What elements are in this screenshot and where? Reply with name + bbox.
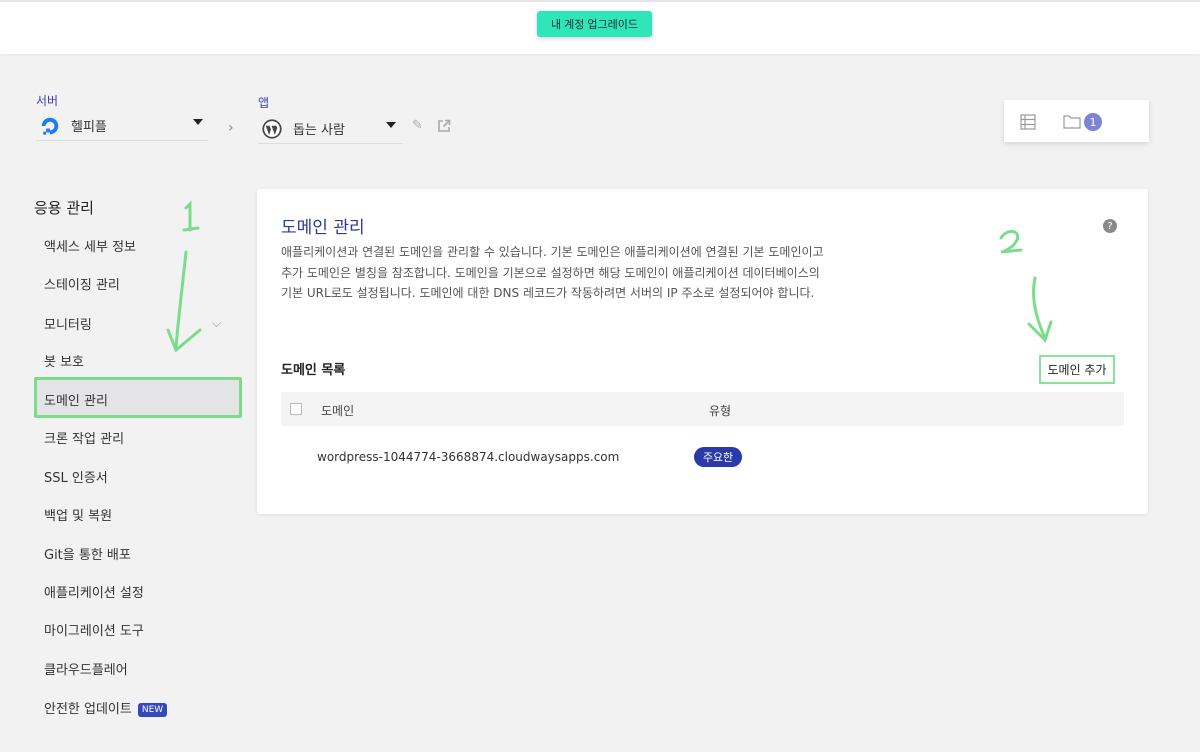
sidebar-item-domain-management[interactable]: 도메인 관리	[44, 390, 108, 409]
page-description: 애플리케이션과 연결된 도메인을 관리할 수 있습니다. 기본 도메인은 애플리…	[281, 245, 824, 300]
domain-cell: wordpress-1044774-3668874.cloudwaysapps.…	[317, 450, 620, 464]
folder-icon[interactable]	[1063, 114, 1081, 129]
sidebar-item-app-settings[interactable]: 애플리케이션 설정	[44, 582, 144, 601]
edit-icon[interactable]: ✎	[412, 118, 423, 133]
app-name: 돕는 사람	[293, 123, 345, 138]
sidebar-item-staging[interactable]: 스테이징 관리	[44, 274, 120, 293]
server-name: 헬피플	[71, 120, 107, 135]
sidebar-item-safe-updates[interactable]: 안전한 업데이트 NEW	[44, 698, 168, 717]
external-link-icon[interactable]	[437, 119, 451, 133]
sidebar-item-bot-protection[interactable]: 봇 보호	[44, 351, 84, 370]
sidebar-item-migration-tools[interactable]: 마이그레이션 도구	[44, 620, 144, 639]
digitalocean-icon	[41, 117, 59, 135]
page-title: 도메인 관리	[281, 218, 365, 238]
table-header: 도메인 유형	[281, 392, 1124, 426]
new-badge: NEW	[137, 702, 168, 717]
chevron-right-icon: ›	[228, 120, 234, 136]
chevron-down-icon[interactable]: ⌵	[212, 316, 221, 331]
sidebar-item-backup-restore[interactable]: 백업 및 복원	[44, 505, 112, 524]
column-header-domain: 도메인	[321, 404, 355, 418]
sidebar-item-label: 안전한 업데이트	[44, 702, 132, 717]
app-count-badge: 1	[1084, 113, 1102, 131]
caret-down-icon	[193, 119, 203, 125]
sidebar-title: 응용 관리	[34, 199, 94, 217]
sidebar-item-cron-jobs[interactable]: 크론 작업 관리	[44, 428, 124, 447]
sidebar-item-access-details[interactable]: 액세스 세부 정보	[44, 236, 136, 255]
app-label: 앱	[258, 96, 270, 110]
sidebar-item-monitoring[interactable]: 모니터링	[44, 314, 92, 333]
add-domain-button[interactable]: 도메인 추가	[1039, 355, 1115, 384]
annotation-arrow-1	[166, 200, 202, 353]
domain-management-card: 도메인 관리 애플리케이션과 연결된 도메인을 관리할 수 있습니다. 기본 도…	[257, 189, 1148, 514]
top-bar: 내 계정 업그레이드	[0, 0, 1200, 54]
help-icon[interactable]: ?	[1103, 219, 1117, 233]
sidebar-item-cloudflare[interactable]: 클라우드플레어	[44, 659, 128, 678]
column-header-type: 유형	[709, 404, 732, 418]
server-selector[interactable]: 헬피플	[36, 111, 208, 141]
primary-type-badge: 주요한	[694, 447, 742, 467]
select-all-checkbox[interactable]	[290, 403, 302, 415]
upgrade-account-button[interactable]: 내 계정 업그레이드	[537, 11, 652, 37]
server-label: 서버	[36, 94, 59, 108]
server-app-switcher	[1004, 100, 1149, 142]
list-icon[interactable]	[1020, 114, 1036, 130]
sidebar-item-ssl[interactable]: SSL 인증서	[44, 467, 108, 486]
domain-list-title: 도메인 목록	[281, 363, 346, 378]
app-selector[interactable]: 돕는 사람	[258, 114, 403, 144]
caret-down-icon	[386, 122, 396, 128]
wordpress-icon	[262, 118, 282, 139]
sidebar-item-git-deploy[interactable]: Git을 통한 배포	[44, 544, 131, 563]
